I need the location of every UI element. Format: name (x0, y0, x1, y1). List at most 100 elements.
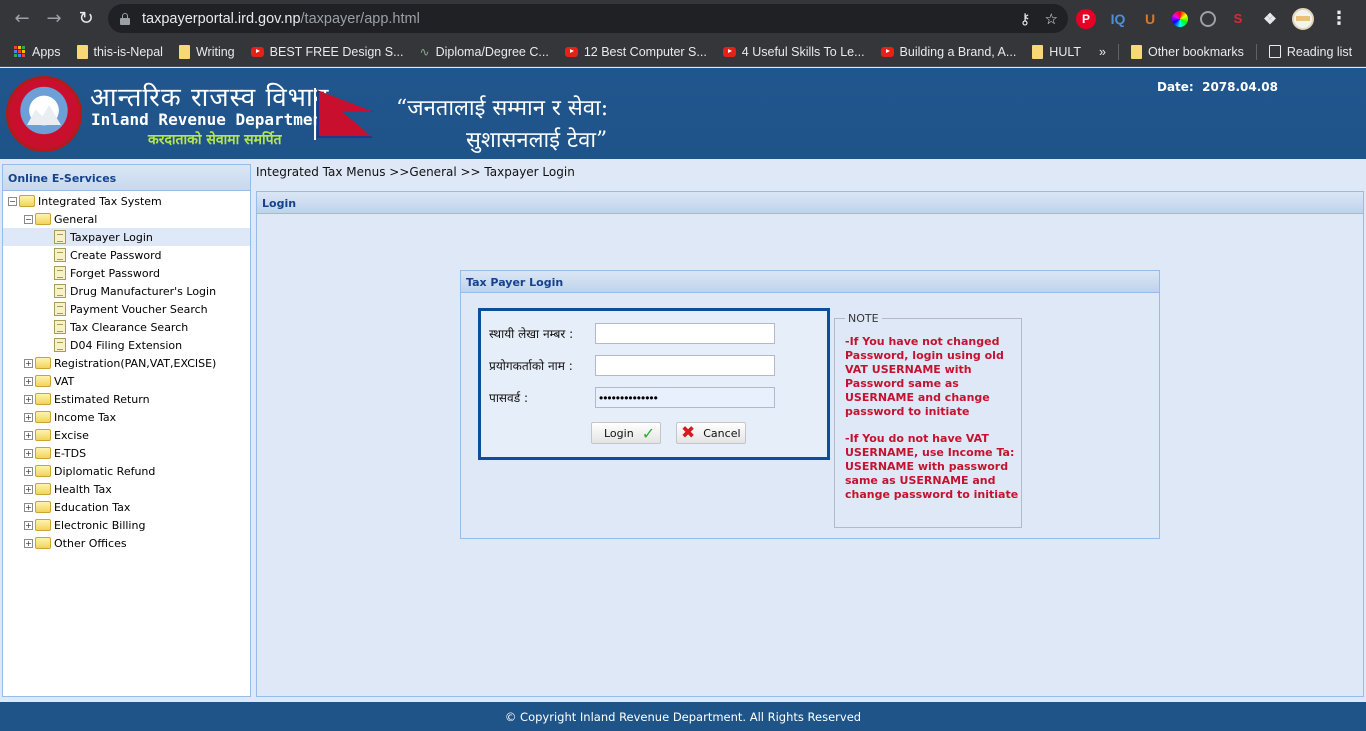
bookmark-4-useful-skills[interactable]: 4 Useful Skills To Le... (715, 45, 873, 59)
collapse-icon[interactable]: − (8, 196, 17, 206)
tree-node-excise[interactable]: + Excise (3, 426, 250, 444)
pan-field-row: स्थायी लेखा नम्बर : (489, 323, 775, 344)
tree-node-e-tds[interactable]: + E-TDS (3, 444, 250, 462)
other-bookmarks[interactable]: Other bookmarks (1123, 44, 1252, 59)
tree-node-vat[interactable]: + VAT (3, 372, 250, 390)
bookmark-separator (1255, 43, 1257, 60)
tree-node-label: Other Offices (54, 536, 127, 550)
tree-node-integrated-tax-system[interactable]: − Integrated Tax System (3, 192, 250, 210)
tree-item-tax-clearance-search[interactable]: Tax Clearance Search (3, 318, 250, 336)
bookmark-apps[interactable]: Apps (0, 45, 69, 59)
bookmarks-overflow-button[interactable]: » (1089, 45, 1114, 59)
expand-icon[interactable]: + (24, 538, 33, 548)
tree-node-health-tax[interactable]: + Health Tax (3, 480, 250, 498)
expand-icon[interactable]: + (24, 358, 33, 368)
reading-list[interactable]: Reading list (1261, 45, 1360, 59)
expand-icon[interactable]: + (24, 484, 33, 494)
current-date: Date: 2078.04.08 (1157, 80, 1278, 94)
bookmark-best-free-design[interactable]: BEST FREE Design S... (243, 45, 412, 59)
username-input[interactable] (595, 355, 775, 376)
bookmark-this-is-nepal[interactable]: this-is-Nepal (69, 44, 171, 59)
back-button[interactable]: ← (6, 3, 38, 35)
bookmark-writing[interactable]: Writing (171, 44, 243, 59)
tree-item-drug-manufacturers-login[interactable]: Drug Manufacturer's Login (3, 282, 250, 300)
bookmark-label: Writing (195, 44, 235, 59)
login-button[interactable]: Login ✓ (591, 422, 661, 444)
bookmark-diploma-degree[interactable]: ∿ Diploma/Degree C... (412, 45, 557, 59)
youtube-icon (564, 46, 578, 57)
expand-icon[interactable]: + (24, 394, 33, 404)
login-button-label: Login (604, 426, 634, 440)
motto-line-2: सुशासनलाई टेवा” (466, 128, 608, 153)
collapse-icon[interactable]: − (24, 214, 33, 224)
key-icon[interactable]: ⚷ (1020, 10, 1031, 28)
tree-item-label: Tax Clearance Search (70, 320, 189, 334)
folder-icon (35, 375, 51, 387)
tree-node-electronic-billing[interactable]: + Electronic Billing (3, 516, 250, 534)
profile-avatar[interactable] (1292, 7, 1314, 30)
copyright-text: © Copyright Inland Revenue Department. A… (504, 709, 862, 724)
reading-list-icon (1268, 45, 1281, 58)
browser-toolbar: ← → ↻ taxpayerportal.ird.gov.np/taxpayer… (0, 0, 1366, 37)
cancel-button[interactable]: ✖ Cancel (676, 422, 746, 444)
tree-node-other-offices[interactable]: + Other Offices (3, 534, 250, 552)
tree-node-registration[interactable]: + Registration(PAN,VAT,EXCISE) (3, 354, 250, 372)
reload-icon: ↻ (78, 8, 94, 29)
tree-node-estimated-return[interactable]: + Estimated Return (3, 390, 250, 408)
expand-icon[interactable]: + (24, 448, 33, 458)
url-host: taxpayerportal.ird.gov.np (142, 10, 301, 27)
footer: © Copyright Inland Revenue Department. A… (0, 702, 1366, 731)
cancel-button-label: Cancel (703, 426, 741, 440)
pinterest-extension-icon[interactable]: P (1076, 8, 1096, 29)
folder-icon (76, 44, 88, 59)
tree-item-create-password[interactable]: Create Password (3, 246, 250, 264)
address-bar[interactable]: taxpayerportal.ird.gov.np/taxpayer/app.h… (108, 4, 1068, 33)
login-form: स्थायी लेखा नम्बर : प्रयोगकर्ताको नाम : … (478, 308, 830, 460)
tree-node-education-tax[interactable]: + Education Tax (3, 498, 250, 516)
clock-extension-icon[interactable] (1200, 10, 1216, 27)
site-header: आन्तरिक राजस्व विभाग Inland Revenue Depa… (0, 68, 1366, 159)
note-title: NOTE (845, 312, 882, 325)
reload-button[interactable]: ↻ (70, 3, 102, 35)
bookmark-building-a-brand[interactable]: Building a Brand, A... (873, 45, 1025, 59)
expand-icon[interactable]: + (24, 412, 33, 422)
expand-icon[interactable]: + (24, 520, 33, 530)
expand-icon[interactable]: + (24, 376, 33, 386)
expand-icon[interactable]: + (24, 466, 33, 476)
tree-item-label: Drug Manufacturer's Login (70, 284, 217, 298)
u-extension-icon[interactable]: U (1140, 9, 1160, 29)
tree-item-d04-filing-extension[interactable]: D04 Filing Extension (3, 336, 250, 354)
bookmark-hult[interactable]: HULT (1024, 44, 1089, 59)
star-icon[interactable]: ☆ (1045, 10, 1058, 28)
bookmark-label: Diploma/Degree C... (435, 44, 549, 59)
folder-icon (35, 411, 51, 423)
lock-icon (120, 12, 130, 25)
pan-number-input[interactable] (595, 323, 775, 344)
iq-extension-icon[interactable]: IQ (1108, 9, 1128, 29)
expand-icon[interactable]: + (24, 502, 33, 512)
folder-icon (35, 483, 51, 495)
tree-node-label: Integrated Tax System (38, 194, 162, 208)
note-fieldset: NOTE -If You have not changed Password, … (834, 312, 1022, 528)
bookmark-12-best-computer[interactable]: 12 Best Computer S... (557, 45, 715, 59)
tree-node-diplomatic-refund[interactable]: + Diplomatic Refund (3, 462, 250, 480)
tree-item-payment-voucher-search[interactable]: Payment Voucher Search (3, 300, 250, 318)
bookmark-label: this-is-Nepal (93, 44, 163, 59)
expand-icon[interactable]: + (24, 430, 33, 440)
tree-node-label: VAT (54, 374, 75, 388)
tree-item-taxpayer-login[interactable]: Taxpayer Login (3, 228, 250, 246)
tree-node-general[interactable]: − General (3, 210, 250, 228)
seo-extension-icon[interactable]: S (1228, 9, 1248, 29)
bookmark-label: 12 Best Computer S... (583, 44, 707, 59)
tree-node-income-tax[interactable]: + Income Tax (3, 408, 250, 426)
password-input[interactable] (595, 387, 775, 408)
browser-menu-icon[interactable]: ⋮ (1330, 8, 1348, 29)
document-icon (54, 338, 66, 352)
tree-item-forget-password[interactable]: Forget Password (3, 264, 250, 282)
extensions-puzzle-icon[interactable]: ❖ (1260, 9, 1280, 29)
forward-button[interactable]: → (38, 3, 70, 35)
bookmark-label: HULT (1049, 44, 1082, 59)
sidebar-online-e-services: Online E-Services − Integrated Tax Syste… (2, 164, 251, 697)
folder-icon (1032, 44, 1044, 59)
color-picker-extension-icon[interactable] (1172, 10, 1188, 27)
